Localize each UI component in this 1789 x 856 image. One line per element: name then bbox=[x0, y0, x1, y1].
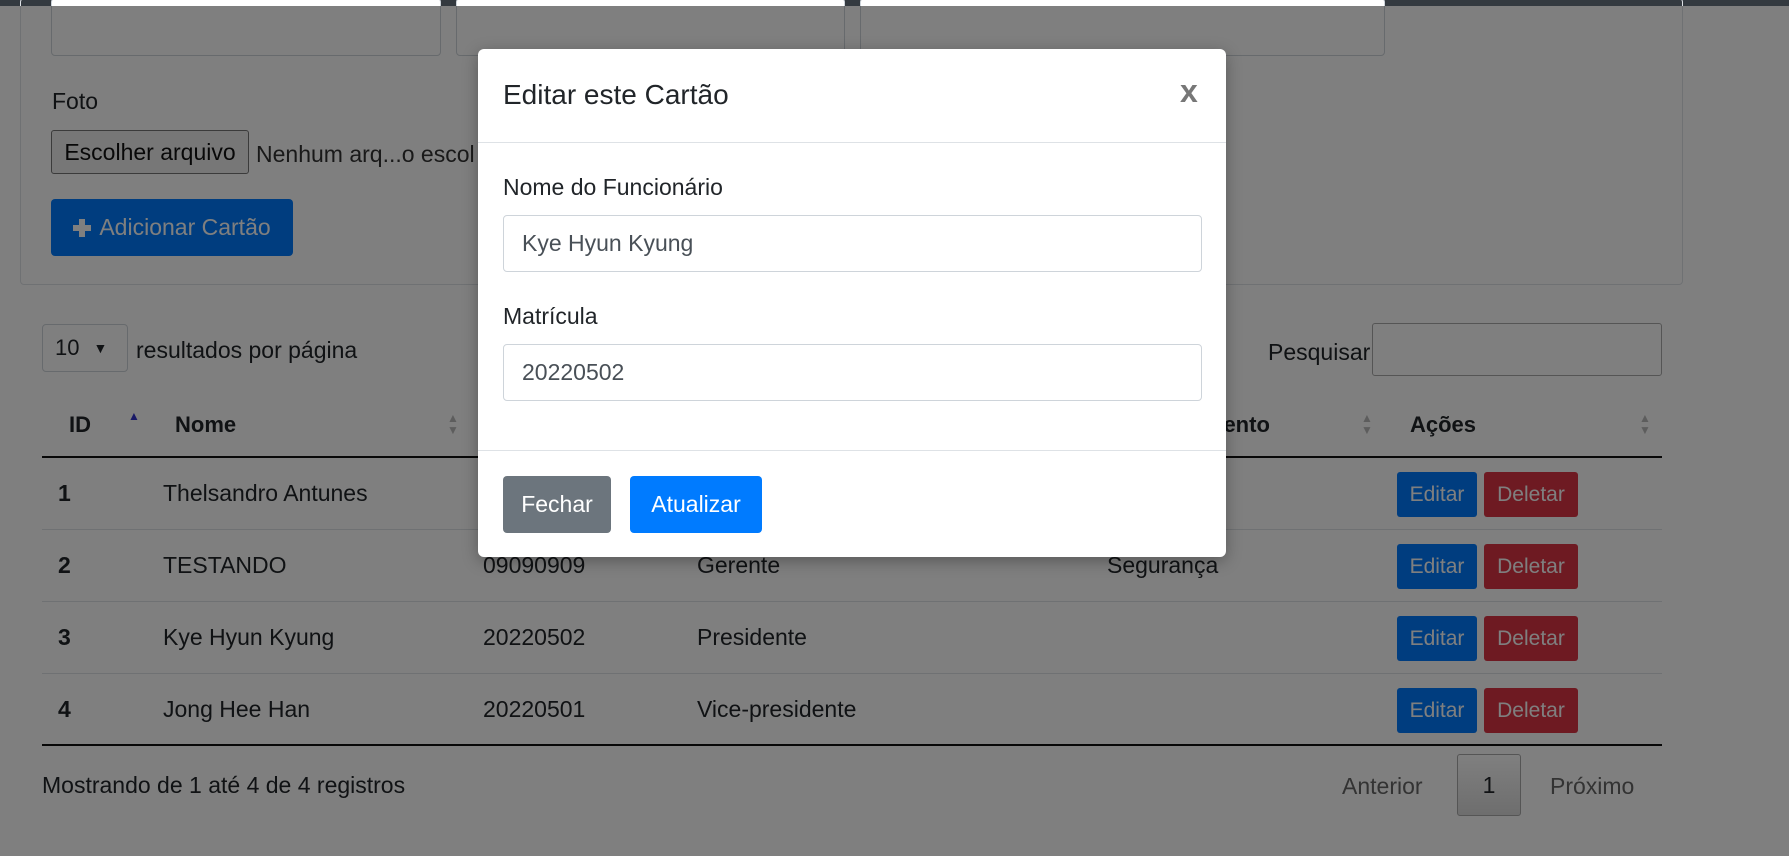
close-button[interactable]: Fechar bbox=[503, 476, 611, 533]
update-button[interactable]: Atualizar bbox=[630, 476, 762, 533]
edit-card-modal: Editar este Cartão x Nome do Funcionário… bbox=[478, 49, 1226, 557]
matricula-label: Matrícula bbox=[503, 303, 598, 329]
modal-title: Editar este Cartão bbox=[503, 79, 729, 110]
close-icon[interactable]: x bbox=[1180, 73, 1198, 110]
modal-footer: Fechar Atualizar bbox=[478, 450, 1226, 557]
matricula-input[interactable]: 20220502 bbox=[503, 344, 1202, 401]
modal-header: Editar este Cartão x bbox=[478, 49, 1226, 143]
employee-name-input[interactable]: Kye Hyun Kyung bbox=[503, 215, 1202, 272]
employee-name-label: Nome do Funcionário bbox=[503, 174, 723, 200]
